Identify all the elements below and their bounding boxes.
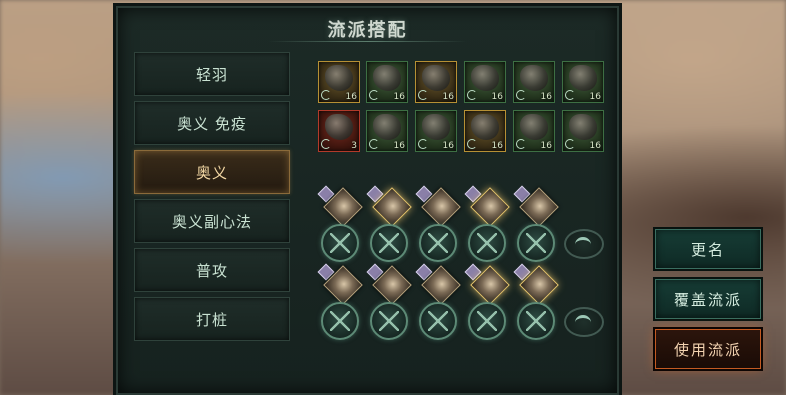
skill-slot[interactable] (321, 302, 359, 340)
necklace-icon (471, 114, 499, 140)
refine-ring-icon (321, 139, 331, 149)
rename-button[interactable]: 更名 (655, 229, 761, 269)
equipment-level: 16 (345, 92, 357, 102)
skill-glyph-icon (526, 233, 546, 253)
equipment-level: 3 (351, 141, 357, 151)
equipment-slot[interactable]: 16 (318, 61, 360, 103)
skill-glyph-icon (526, 311, 546, 331)
equipment-slot[interactable]: 16 (464, 61, 506, 103)
skill-slot[interactable] (468, 302, 506, 340)
tab-label: 奥义副心法 (171, 212, 252, 231)
equipment-level: 16 (393, 92, 405, 102)
equipment-slot[interactable]: 16 (513, 110, 555, 152)
skill-glyph-icon (428, 311, 448, 331)
equipment-slot[interactable]: 16 (562, 61, 604, 103)
skill-glyph-icon (477, 311, 497, 331)
equipment-level: 16 (442, 92, 454, 102)
skill-glyph-icon (428, 233, 448, 253)
equipment-slot[interactable]: 16 (513, 61, 555, 103)
tab-aoyi-mianyi[interactable]: 奥义 免疫 (134, 101, 290, 145)
use-school-button[interactable]: 使用流派 (655, 329, 761, 369)
wing-glyph-icon (575, 237, 591, 252)
tab-label: 轻羽 (195, 65, 228, 84)
equipment-slot[interactable]: 16 (366, 110, 408, 152)
refine-ring-icon (467, 139, 477, 149)
armor-icon (520, 65, 548, 91)
cloak-icon (471, 65, 499, 91)
refine-ring-icon (467, 90, 477, 100)
tab-label: 奥义 (195, 163, 228, 182)
refine-ring-icon (516, 90, 526, 100)
equipment-slot[interactable]: 16 (415, 61, 457, 103)
gauntlet-icon (373, 65, 401, 91)
skill-slot-wing[interactable] (564, 307, 604, 337)
skill-slot[interactable] (419, 302, 457, 340)
refine-ring-icon (418, 90, 428, 100)
skill-slot-wing[interactable] (564, 229, 604, 259)
title-divider (268, 41, 467, 42)
boots-icon (520, 114, 548, 140)
helmet-icon (422, 65, 450, 91)
refine-ring-icon (565, 139, 575, 149)
tab-qingyu[interactable]: 轻羽 (134, 52, 290, 96)
equipment-slot[interactable]: 3 (318, 110, 360, 152)
equipment-level: 16 (540, 92, 552, 102)
refine-ring-icon (565, 90, 575, 100)
skill-slot[interactable] (370, 224, 408, 262)
robe-icon (373, 114, 401, 140)
skill-slot[interactable] (321, 224, 359, 262)
tab-label: 普攻 (195, 261, 228, 280)
skill-slot[interactable] (517, 302, 555, 340)
tab-aoyi[interactable]: 奥义 (134, 150, 290, 194)
equipment-level: 16 (589, 141, 601, 151)
hooded-figure-icon (325, 114, 353, 140)
skill-slot[interactable] (517, 224, 555, 262)
skill-slot[interactable] (419, 224, 457, 262)
refine-ring-icon (321, 90, 331, 100)
equipment-level: 16 (540, 141, 552, 151)
equipment-level: 16 (393, 141, 405, 151)
equipment-slot[interactable]: 16 (562, 110, 604, 152)
skill-slot[interactable] (468, 224, 506, 262)
tab-dazhuang[interactable]: 打桩 (134, 297, 290, 341)
overwrite-school-button[interactable]: 覆盖流派 (655, 279, 761, 319)
blade-weapon-icon (325, 65, 353, 91)
refine-ring-icon (418, 139, 428, 149)
equipment-level: 16 (491, 141, 503, 151)
skill-glyph-icon (330, 311, 350, 331)
rename-button-label: 更名 (690, 240, 725, 259)
equipment-level: 16 (442, 141, 454, 151)
bracer-icon (422, 114, 450, 140)
equipment-level: 16 (491, 92, 503, 102)
wing-glyph-icon (575, 315, 591, 330)
equipment-slot[interactable]: 16 (464, 110, 506, 152)
equipment-slot[interactable]: 16 (415, 110, 457, 152)
refine-ring-icon (369, 139, 379, 149)
tab-label: 奥义 免疫 (177, 114, 247, 133)
skill-glyph-icon (330, 233, 350, 253)
use-button-label: 使用流派 (673, 340, 742, 359)
skill-glyph-icon (477, 233, 497, 253)
tab-pugong[interactable]: 普攻 (134, 248, 290, 292)
skill-glyph-icon (379, 311, 399, 331)
overwrite-button-label: 覆盖流派 (673, 290, 742, 309)
ornament-icon (569, 114, 597, 140)
equipment-level: 16 (589, 92, 601, 102)
amulet-icon (569, 65, 597, 91)
skill-slot[interactable] (370, 302, 408, 340)
tab-aoyi-fuxinfa[interactable]: 奥义副心法 (134, 199, 290, 243)
equipment-slot[interactable]: 16 (366, 61, 408, 103)
refine-ring-icon (516, 139, 526, 149)
refine-ring-icon (369, 90, 379, 100)
panel-title: 流派搭配 (327, 20, 408, 41)
tab-label: 打桩 (195, 310, 228, 329)
skill-glyph-icon (379, 233, 399, 253)
